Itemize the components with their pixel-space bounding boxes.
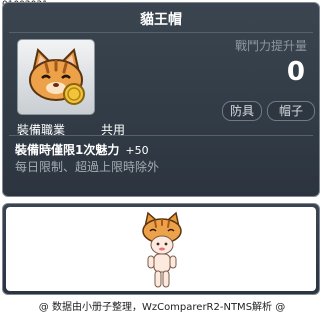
power-increase-value: 0 <box>286 57 305 87</box>
item-title: 貓王帽 <box>140 12 182 28</box>
item-tooltip-card: 貓王帽 戰鬥力提升量 0 防具 帽子 裝備職業 共用 裝備時僅限1次魅力 +50… <box>2 2 320 197</box>
footer-credit: @ 数据由小册子整理，WzComparerR2-NTMS解析 @ <box>38 302 286 313</box>
divider <box>9 135 313 136</box>
tag-subcategory: 帽子 <box>267 101 315 121</box>
avatar-preview-panel <box>2 203 320 295</box>
tag-category: 防具 <box>222 101 262 121</box>
description-text: 裝備時僅限1次魅力 <box>15 143 120 157</box>
power-increase-label: 戰鬥力提升量 <box>234 39 307 53</box>
divider <box>9 32 313 33</box>
cat-hat-icon <box>29 48 85 105</box>
item-icon-frame <box>17 39 95 115</box>
item-description-line1: 裝備時僅限1次魅力 +50 <box>15 141 149 158</box>
avatar-preview-canvas <box>6 207 316 291</box>
item-description-line2: 每日限制、超過上限時除外 <box>15 160 160 174</box>
character-preview-icon <box>142 211 182 288</box>
charm-bonus: +50 <box>125 144 149 157</box>
